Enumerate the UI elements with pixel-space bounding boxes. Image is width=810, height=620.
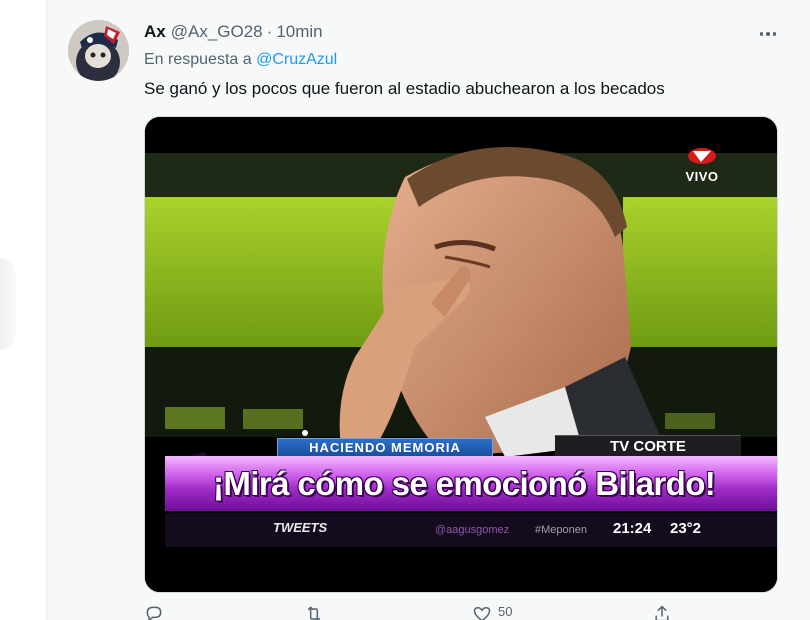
left-panel-shadow <box>0 258 16 350</box>
reply-prefix: En respuesta a <box>144 51 252 68</box>
reply-context: En respuesta a @CruzAzul <box>144 51 337 69</box>
channel-logo-icon <box>688 148 716 164</box>
ticker-handle: @aagusgomez <box>435 524 510 536</box>
ticker-temperature: 23°2 <box>670 520 702 537</box>
share-button[interactable] <box>652 604 672 620</box>
more-icon-dot <box>772 32 777 36</box>
tweet-actions: 50 <box>144 604 684 620</box>
like-button[interactable]: 50 <box>472 604 512 620</box>
reply-button[interactable] <box>144 604 164 620</box>
live-badge: VIVO <box>679 147 725 191</box>
share-icon <box>655 605 669 620</box>
live-badge-text: VIVO <box>685 169 719 184</box>
channel-label: TV CORTE <box>555 435 741 457</box>
ticker-hashtag: #Meponen <box>535 524 587 536</box>
retweet-icon <box>307 606 321 620</box>
more-icon-dot <box>759 32 764 36</box>
avatar-image <box>68 20 129 81</box>
reply-icon <box>146 606 162 620</box>
tweet-header: Ax @Ax_GO28 · 10min <box>144 22 323 44</box>
headline-text: ¡Mirá cómo se emocionó Bilardo! <box>213 465 716 502</box>
timestamp[interactable]: 10min <box>276 22 322 42</box>
more-icon[interactable] <box>754 24 782 44</box>
ticker-clock: 21:24 <box>613 520 652 537</box>
like-count: 50 <box>498 604 513 619</box>
retweet-button[interactable] <box>304 604 324 620</box>
display-name[interactable]: Ax <box>144 22 166 42</box>
segment-label: HACIENDO MEMORIA <box>277 438 493 457</box>
more-icon-dot <box>766 32 770 36</box>
left-panel <box>0 0 46 620</box>
heart-icon <box>473 606 491 620</box>
tweet-media[interactable]: VIVO HACIENDO MEMORIA TV CORTE ¡Mirá cóm… <box>144 116 778 593</box>
user-handle[interactable]: @Ax_GO28 <box>171 22 263 42</box>
separator-dot: · <box>266 22 273 41</box>
tweet-text: Se ganó y los pocos que fueron al estadi… <box>144 79 665 98</box>
ticker-label: TWEETS <box>273 520 328 535</box>
reply-mention-link[interactable]: @CruzAzul <box>256 51 337 68</box>
avatar[interactable] <box>68 20 129 81</box>
